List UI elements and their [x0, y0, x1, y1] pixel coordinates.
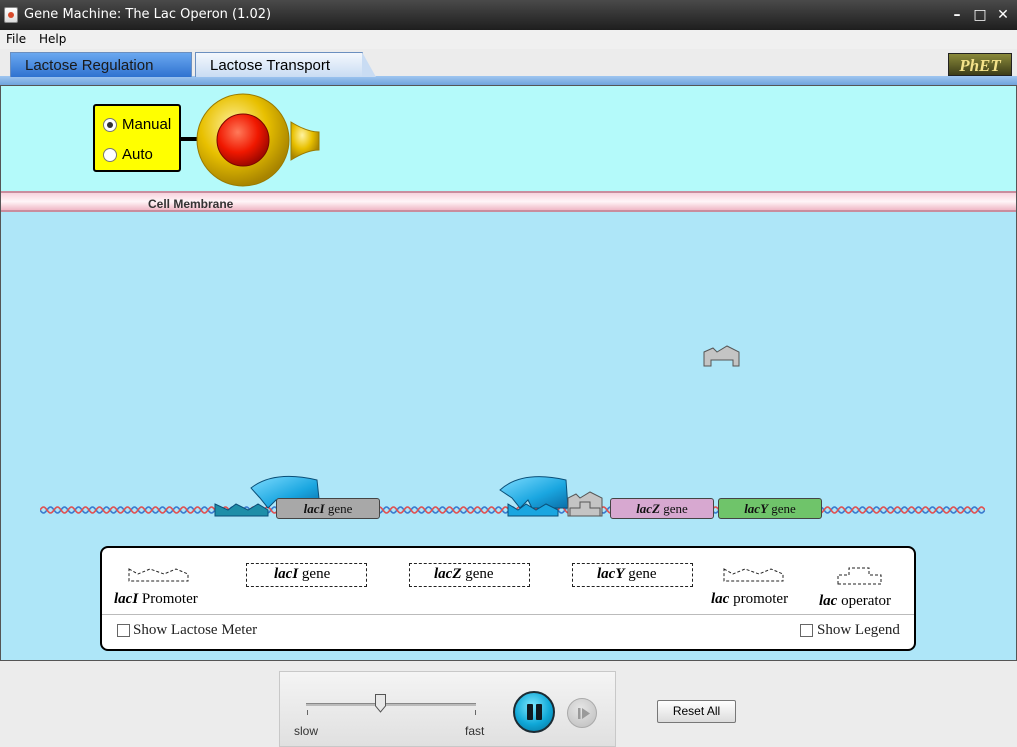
lacy-gene-legend-label: lacY gene	[597, 566, 657, 583]
lacz-gene-text: gene	[660, 501, 688, 516]
lac-operator-legend-label: lac operator	[819, 593, 891, 610]
lac-operator-legend-icon	[837, 567, 882, 585]
speed-slider-track[interactable]	[306, 703, 476, 706]
lacz-gene-legend-italic: lacZ	[434, 566, 462, 582]
legend-panel: lacI Promoter lacI gene lacZ gene lacY g…	[100, 546, 916, 651]
tab-lactose-regulation[interactable]: Lactose Regulation	[10, 52, 192, 77]
lacz-gene[interactable]: lacZ gene	[610, 498, 714, 519]
step-forward-icon	[578, 708, 590, 719]
lactose-injector	[196, 93, 320, 187]
lactose-molecule[interactable]	[703, 344, 741, 368]
menu-help[interactable]: Help	[39, 32, 66, 46]
extracellular-region: Manual Auto	[1, 86, 1016, 191]
speed-tick-min	[307, 710, 308, 715]
manual-radio[interactable]	[103, 118, 117, 132]
lacy-gene-text: gene	[768, 501, 796, 516]
laci-gene[interactable]: lacI gene	[276, 498, 380, 519]
speed-slow-label: slow	[294, 724, 319, 738]
lacy-gene[interactable]: lacY gene	[718, 498, 822, 519]
lacy-gene-legend-italic: lacY	[597, 566, 625, 582]
speed-tick-max	[475, 710, 476, 715]
lacz-gene-italic: lacZ	[636, 501, 661, 516]
clock-control-panel: slow fast	[279, 671, 616, 747]
pause-button[interactable]	[513, 691, 555, 733]
step-button[interactable]	[567, 698, 597, 728]
lacz-gene-legend-box: lacZ gene	[409, 563, 530, 587]
inject-button[interactable]	[216, 113, 270, 167]
laci-gene-legend-label: lacI gene	[274, 566, 330, 583]
menu-file[interactable]: File	[6, 32, 26, 46]
bound-lactose[interactable]	[566, 488, 606, 518]
auto-radio-label: Auto	[122, 146, 153, 163]
lac-promoter-text: promoter	[729, 591, 789, 607]
injector-mode-panel: Manual Auto	[93, 104, 181, 172]
lac-promoter-legend-icon	[723, 568, 784, 582]
tab-underline	[0, 76, 1017, 85]
membrane-label: Cell Membrane	[148, 197, 234, 211]
show-legend-checkbox[interactable]	[800, 624, 813, 637]
laci-gene-text: gene	[324, 501, 353, 516]
laci-gene-legend-italic: lacI	[274, 566, 299, 582]
phet-logo: PhET	[948, 53, 1012, 76]
manual-radio-label: Manual	[122, 116, 172, 133]
reset-all-button[interactable]: Reset All	[657, 700, 736, 723]
tab-corner	[362, 52, 376, 77]
lac-operator-italic: lac	[819, 593, 838, 609]
laci-promoter-text: Promoter	[138, 591, 198, 607]
window-title-bar: Gene Machine: The Lac Operon (1.02) – □ …	[0, 0, 1017, 30]
lac-promoter-legend-label: lac promoter	[711, 591, 788, 608]
lac-repressor-bound[interactable]	[498, 472, 570, 518]
speed-slider-thumb[interactable]	[375, 694, 386, 713]
minimize-button[interactable]: –	[947, 5, 967, 25]
speed-fast-label: fast	[465, 724, 485, 738]
java-app-icon	[4, 7, 18, 23]
tab-lactose-transport[interactable]: Lactose Transport	[195, 52, 363, 77]
lac-promoter-italic: lac	[711, 591, 730, 607]
window-title: Gene Machine: The Lac Operon (1.02)	[24, 7, 272, 22]
laci-gene-legend-text: gene	[298, 566, 331, 582]
auto-radio[interactable]	[103, 148, 117, 162]
laci-gene-italic: lacI	[303, 501, 325, 516]
close-button[interactable]: ✕	[993, 5, 1013, 25]
legend-divider	[102, 614, 914, 615]
show-lactose-meter-label[interactable]: Show Lactose Meter	[133, 622, 257, 639]
laci-promoter-legend-icon	[128, 568, 189, 582]
lacz-gene-legend-label: lacZ gene	[434, 566, 494, 583]
laci-promoter-italic: lacI	[114, 591, 139, 607]
show-lactose-meter-checkbox[interactable]	[117, 624, 130, 637]
lacy-gene-legend-box: lacY gene	[572, 563, 693, 587]
menu-bar: File Help	[0, 30, 1017, 49]
laci-gene-legend-box: lacI gene	[246, 563, 367, 587]
maximize-button[interactable]: □	[970, 5, 990, 25]
show-legend-label[interactable]: Show Legend	[817, 622, 900, 639]
lacz-gene-legend-text: gene	[461, 566, 494, 582]
lacy-gene-italic: lacY	[744, 501, 769, 516]
lac-operator-text: operator	[837, 593, 892, 609]
laci-promoter-legend-label: lacI Promoter	[114, 591, 198, 608]
cell-membrane: Cell Membrane	[1, 191, 1016, 212]
lacy-gene-legend-text: gene	[624, 566, 657, 582]
